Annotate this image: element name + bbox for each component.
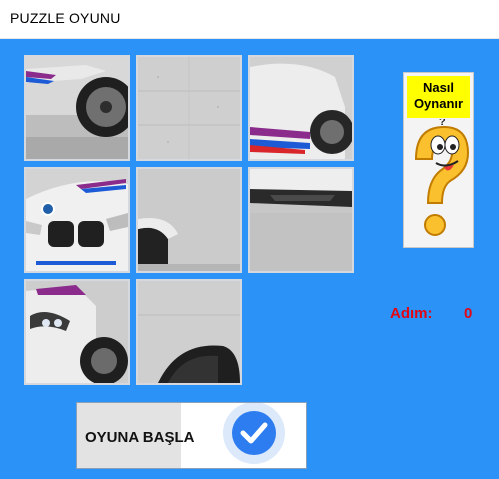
window-title: PUZZLE OYUNU [10,10,121,26]
puzzle-tile-3[interactable] [248,55,354,161]
how-to-play-button[interactable]: Nasıl Oynanır ? [403,72,474,248]
start-game-button[interactable]: OYUNA BAŞLA [76,402,307,469]
puzzle-tile-8[interactable] [136,279,242,385]
start-button-label: OYUNA BAŞLA [85,429,195,446]
puzzle-tile-7[interactable] [24,279,130,385]
how-to-play-line2: Oynanır [413,96,464,111]
svg-text:?: ? [439,119,446,128]
how-to-play-line1: Nasıl [422,80,455,95]
steps-label: Adım: [390,305,433,322]
question-mark-character-icon: ? [414,119,470,236]
how-to-play-header: Nasıl Oynanır [407,76,470,118]
puzzle-tile-1[interactable] [24,55,130,161]
puzzle-tile-2[interactable] [136,55,242,161]
puzzle-tile-6[interactable] [248,167,354,273]
puzzle-tile-4[interactable] [24,167,130,273]
steps-counter: 0 [464,305,473,322]
checkmark-circle-icon [223,403,285,464]
puzzle-tile-5[interactable] [136,167,242,273]
title-bar: PUZZLE OYUNU [0,0,499,39]
